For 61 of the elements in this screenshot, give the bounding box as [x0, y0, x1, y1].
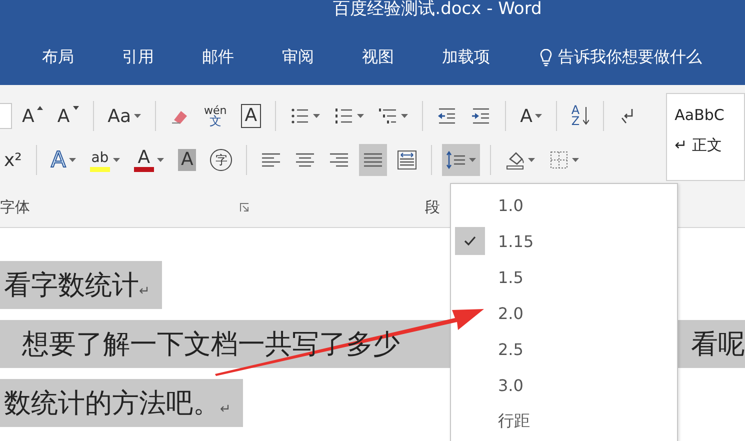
tell-me-field[interactable]: 告诉我你想要做什么 [558, 47, 702, 68]
check-icon [464, 236, 476, 246]
dialog-launcher-icon[interactable] [240, 202, 249, 212]
justify-button[interactable] [359, 144, 388, 176]
document-text: 数统计的方法吧。 [4, 387, 220, 421]
menu-item[interactable]: 1.15 [451, 223, 677, 259]
borders-icon [549, 150, 570, 170]
superscript-button[interactable]: x² [0, 144, 26, 176]
numbering-icon [334, 106, 354, 126]
document-text: 看呢 [691, 328, 745, 362]
menu-item[interactable]: 1.5 [451, 259, 677, 295]
paragraph-mark: ↵ [139, 284, 150, 299]
sort-button[interactable]: A Z [567, 100, 593, 132]
caret-icon [134, 114, 141, 118]
menu-item[interactable]: 2.0 [451, 295, 677, 331]
menu-item[interactable]: 2.5 [451, 331, 677, 367]
caret-icon [156, 158, 164, 162]
grow-font-button[interactable]: A [18, 100, 48, 132]
caret-icon [535, 114, 542, 118]
highlight-button[interactable]: ab [86, 144, 124, 176]
font-size-field[interactable] [0, 103, 12, 129]
line-spacing-button[interactable] [442, 144, 480, 176]
shading-icon [505, 150, 526, 170]
ribbon-tab[interactable]: 布局 [42, 47, 122, 68]
group-label: 字体 [0, 198, 30, 216]
up-triangle-icon [37, 106, 44, 110]
caret-icon [313, 114, 320, 118]
menu-item[interactable]: 3.0 [451, 367, 677, 403]
multilevel-icon [378, 106, 398, 126]
caret-icon [528, 158, 536, 162]
distribute-icon [397, 150, 418, 170]
ribbon-tab[interactable]: 邮件 [202, 47, 282, 68]
change-case-button[interactable]: Aa [104, 100, 145, 132]
ribbon-tab[interactable]: 引用 [122, 47, 202, 68]
bullets-icon [290, 106, 310, 126]
group-label: 段 [425, 198, 440, 216]
ribbon-tab[interactable]: 加载项 [442, 47, 522, 68]
asian-layout-button[interactable]: A [516, 100, 546, 132]
caret-icon [401, 114, 408, 118]
character-shading-button[interactable]: A [174, 144, 200, 176]
caret-icon [469, 158, 476, 162]
caret-icon [68, 158, 76, 162]
ribbon-tab[interactable]: 视图 [362, 47, 442, 68]
shrink-font-button[interactable]: A [53, 100, 83, 132]
caret-icon [112, 158, 120, 162]
menu-item[interactable]: 行距 [451, 403, 677, 439]
menu-item[interactable]: 1.0 [451, 187, 677, 223]
ribbon-tab[interactable]: 审阅 [282, 47, 362, 68]
down-triangle-icon [72, 106, 79, 110]
paragraph-mark: ↵ [220, 402, 231, 417]
caret-icon [572, 158, 580, 162]
phonetic-guide-button[interactable]: wén 文 [200, 100, 231, 132]
indent-icon [471, 106, 492, 126]
line-spacing-icon [446, 150, 466, 170]
down-arrow-icon [582, 107, 589, 125]
document-text: 看字数统计 [4, 269, 139, 303]
style-gallery-item[interactable]: AaBbC ↵ 正文 [666, 93, 745, 181]
lightbulb-icon [540, 48, 552, 66]
outdent-icon [437, 106, 458, 126]
caret-icon [357, 114, 364, 118]
font-color-button[interactable]: A [130, 144, 168, 176]
